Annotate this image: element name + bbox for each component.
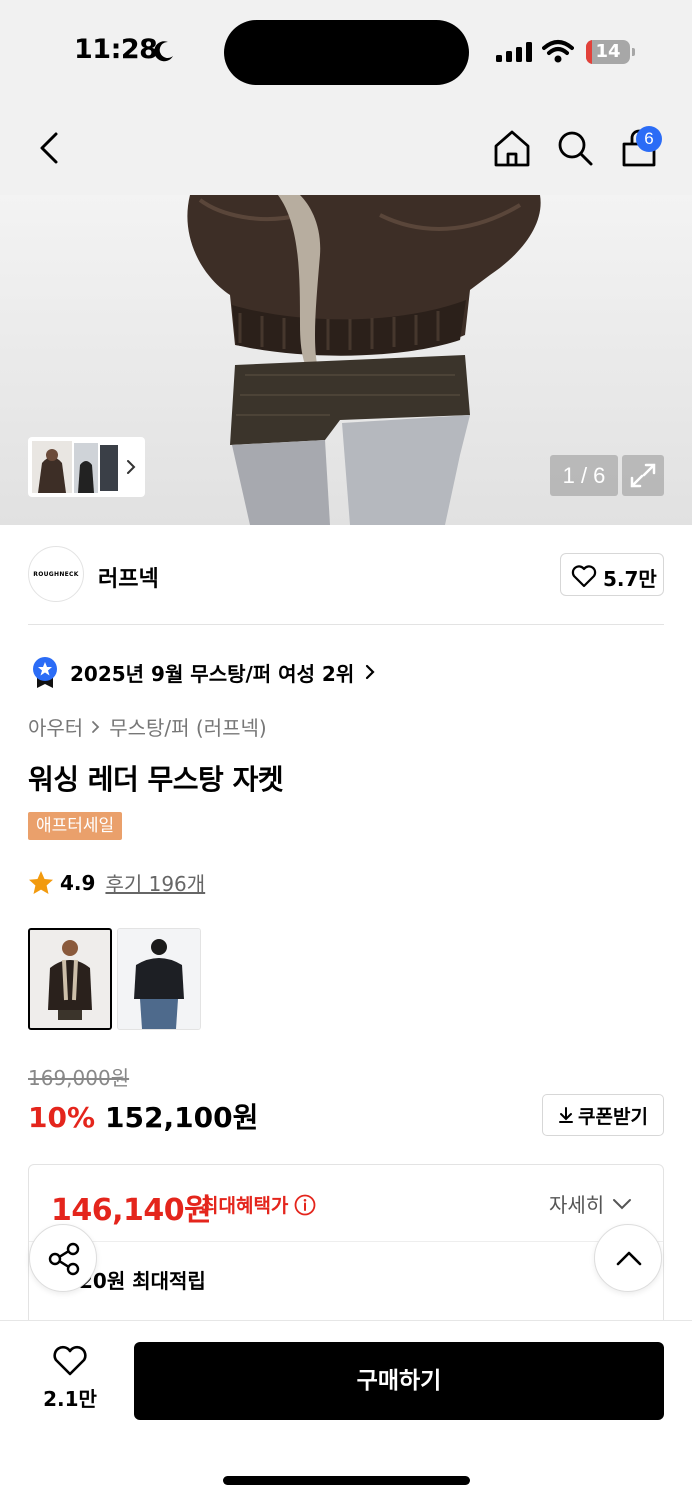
sale-tag: 애프터세일 xyxy=(28,812,123,840)
color-option-image xyxy=(118,929,200,1029)
status-time: 11:28 xyxy=(74,34,158,65)
discount-rate: 10% xyxy=(28,1101,96,1134)
original-price: 169,000원 xyxy=(28,1066,130,1090)
detail-label: 자세히 xyxy=(549,1193,605,1217)
breadcrumb-category[interactable]: 아우터 xyxy=(28,712,83,741)
battery-indicator: 14 xyxy=(586,40,635,64)
wishlist-count: 2.1만 xyxy=(43,1387,97,1411)
home-icon[interactable] xyxy=(492,128,532,168)
share-icon xyxy=(48,1242,80,1276)
search-icon[interactable] xyxy=(555,128,595,168)
gallery-thumbnail-strip[interactable] xyxy=(28,437,145,497)
max-benefit-text: 최대혜택가 xyxy=(201,1195,289,1217)
breadcrumb-subcategory[interactable]: 무스탕/퍼 (러프넥) xyxy=(109,712,267,741)
wishlist-button[interactable]: 2.1만 xyxy=(40,1345,100,1415)
ranking-link[interactable]: 2025년 9월 무스탕/퍼 여성 2위 xyxy=(30,655,376,689)
expand-button[interactable] xyxy=(622,455,664,496)
color-option-2[interactable] xyxy=(117,928,201,1030)
breadcrumb: 아우터 무스탕/퍼 (러프넥) xyxy=(28,712,267,741)
info-icon[interactable] xyxy=(294,1194,316,1216)
chevron-up-icon xyxy=(616,1251,642,1266)
download-icon xyxy=(559,1107,574,1123)
brand-like-count: 5.7만 xyxy=(603,567,657,591)
thumbnail-images xyxy=(32,441,136,493)
price-row: 10% 152,100원 xyxy=(28,1096,258,1136)
brand-name[interactable]: 러프넥 xyxy=(98,561,159,593)
battery-percent: 14 xyxy=(595,41,621,62)
star-icon xyxy=(29,870,53,894)
coupon-button[interactable]: 쿠폰받기 xyxy=(542,1094,664,1136)
rating-score: 4.9 xyxy=(60,870,96,895)
home-indicator xyxy=(223,1476,470,1485)
back-icon[interactable] xyxy=(30,128,70,168)
heart-icon xyxy=(53,1345,87,1376)
divider xyxy=(28,624,664,625)
chevron-down-icon xyxy=(613,1198,632,1209)
detail-toggle[interactable]: 자세히 xyxy=(549,1189,632,1218)
color-option-1[interactable] xyxy=(28,928,112,1030)
brand-logo[interactable]: ROUGHNECK xyxy=(28,546,84,602)
chevron-right-icon xyxy=(366,664,375,680)
max-benefit-label: 최대혜택가 xyxy=(201,1191,316,1218)
buy-button[interactable]: 구매하기 xyxy=(134,1342,664,1420)
status-bar: 11:28 14 xyxy=(0,0,692,100)
cellular-signal-icon xyxy=(496,42,532,62)
review-link[interactable]: 후기 196개 xyxy=(105,868,205,897)
moon-icon xyxy=(154,41,173,62)
ranking-text: 2025년 9월 무스탕/퍼 여성 2위 xyxy=(70,661,355,686)
expand-icon xyxy=(630,463,656,488)
color-option-image xyxy=(30,930,110,1028)
max-benefit-price: 146,140원 xyxy=(51,1193,212,1228)
cart-count-badge: 6 xyxy=(636,126,662,152)
product-image-gallery[interactable]: 1 / 6 xyxy=(0,195,692,525)
coupon-label: 쿠폰받기 xyxy=(578,1105,648,1128)
wifi-icon xyxy=(542,40,574,63)
top-navigation xyxy=(0,100,692,195)
ranking-medal-icon xyxy=(33,657,57,688)
sale-price: 152,100원 xyxy=(105,1101,259,1134)
product-title: 워싱 레더 무스탕 자켓 xyxy=(28,763,284,796)
max-points-text: 20원 최대적립 xyxy=(79,1269,206,1293)
divider xyxy=(29,1241,663,1242)
gallery-pager: 1 / 6 xyxy=(550,455,618,496)
share-button[interactable] xyxy=(29,1224,97,1292)
benefit-box: 146,140원 최대혜택가 자세히 20원 최대적립 xyxy=(28,1164,664,1334)
dynamic-island xyxy=(224,20,469,85)
rating-row: 4.9 후기 196개 xyxy=(28,868,205,897)
scroll-to-top-button[interactable] xyxy=(594,1224,662,1292)
chevron-right-icon xyxy=(92,720,100,733)
brand-like-button[interactable]: 5.7만 xyxy=(560,553,664,596)
heart-icon xyxy=(571,565,597,588)
bottom-action-bar: 2.1만 구매하기 xyxy=(0,1320,692,1500)
